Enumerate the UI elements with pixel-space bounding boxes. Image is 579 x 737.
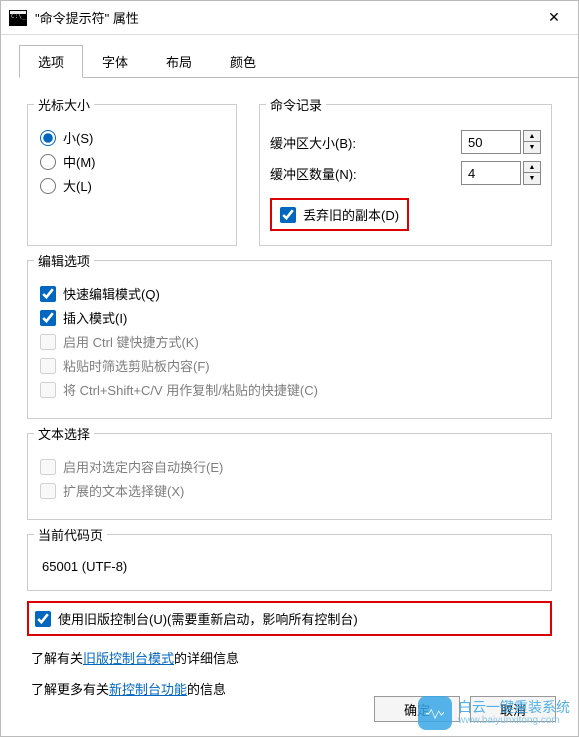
buffer-size-input[interactable] <box>461 130 521 154</box>
extended-edit-label: 扩展的文本选择键(X) <box>63 481 184 500</box>
info2-pre: 了解更多有关 <box>31 682 109 697</box>
ctrl-shift-cv-checkbox <box>40 382 56 398</box>
tab-strip: 选项 字体 布局 颜色 <box>19 45 578 78</box>
spin-down-icon[interactable]: ▼ <box>524 173 540 184</box>
ctrl-shift-cv-label: 将 Ctrl+Shift+C/V 用作复制/粘贴的快捷键(C) <box>63 380 318 399</box>
discard-old-checkbox[interactable] <box>280 207 296 223</box>
info1-pre: 了解有关 <box>31 651 83 666</box>
cursor-size-legend: 光标大小 <box>34 95 94 114</box>
tab-colors[interactable]: 颜色 <box>211 45 275 78</box>
buffer-count-spin-buttons[interactable]: ▲ ▼ <box>523 161 541 185</box>
spin-down-icon[interactable]: ▼ <box>524 142 540 153</box>
legacy-console-mode-link[interactable]: 旧版控制台模式 <box>83 651 174 666</box>
insert-mode[interactable]: 插入模式(I) <box>40 308 541 327</box>
quick-edit-label: 快速编辑模式(Q) <box>63 284 160 303</box>
cmd-icon <box>9 10 27 26</box>
tab-content: 光标大小 小(S) 中(M) 大(L) 命令记录 缓冲区大小(B): <box>1 78 578 698</box>
info-legacy-console: 了解有关旧版控制台模式的详细信息 <box>31 648 552 667</box>
ctrl-shortcuts-label: 启用 Ctrl 键快捷方式(K) <box>63 332 199 351</box>
buffer-count-input[interactable] <box>461 161 521 185</box>
info2-post: 的信息 <box>187 682 226 697</box>
tab-options[interactable]: 选项 <box>19 45 83 78</box>
extended-edit-keys: 扩展的文本选择键(X) <box>40 481 541 500</box>
cursor-size-medium-label: 中(M) <box>63 152 96 171</box>
cursor-size-small-radio[interactable] <box>40 130 56 146</box>
cursor-size-large-radio[interactable] <box>40 178 56 194</box>
quick-edit-mode[interactable]: 快速编辑模式(Q) <box>40 284 541 303</box>
dialog-buttons: 确定 取消 <box>374 696 556 722</box>
new-console-features-link[interactable]: 新控制台功能 <box>109 682 187 697</box>
filter-clipboard-checkbox <box>40 358 56 374</box>
edit-options-legend: 编辑选项 <box>34 251 94 270</box>
cursor-size-large[interactable]: 大(L) <box>40 176 226 195</box>
buffer-size-spinner[interactable]: ▲ ▼ <box>461 130 541 154</box>
cancel-button[interactable]: 取消 <box>470 696 556 722</box>
discard-old-label: 丢弃旧的副本(D) <box>303 205 399 224</box>
ctrl-shortcuts-checkbox <box>40 334 56 350</box>
insert-mode-label: 插入模式(I) <box>63 308 127 327</box>
line-wrap-label: 启用对选定内容自动换行(E) <box>63 457 223 476</box>
filter-clipboard-label: 粘贴时筛选剪贴板内容(F) <box>63 356 210 375</box>
buffer-size-spin-buttons[interactable]: ▲ ▼ <box>523 130 541 154</box>
discard-old-highlight: 丢弃旧的副本(D) <box>270 198 409 231</box>
cursor-size-medium-radio[interactable] <box>40 154 56 170</box>
group-cursor-size: 光标大小 小(S) 中(M) 大(L) <box>27 104 237 246</box>
group-code-page: 当前代码页 65001 (UTF-8) <box>27 534 552 591</box>
legacy-console-highlight: 使用旧版控制台(U)(需要重新启动，影响所有控制台) <box>27 601 552 636</box>
cursor-size-small[interactable]: 小(S) <box>40 128 226 147</box>
ok-button[interactable]: 确定 <box>374 696 460 722</box>
group-text-selection: 文本选择 启用对选定内容自动换行(E) 扩展的文本选择键(X) <box>27 433 552 520</box>
title-bar: "命令提示符" 属性 ✕ <box>1 1 578 35</box>
quick-edit-checkbox[interactable] <box>40 286 56 302</box>
legacy-console-checkbox[interactable] <box>35 611 51 627</box>
command-history-legend: 命令记录 <box>266 95 326 114</box>
tab-font[interactable]: 字体 <box>83 45 147 78</box>
insert-mode-checkbox[interactable] <box>40 310 56 326</box>
line-wrap-selection: 启用对选定内容自动换行(E) <box>40 457 541 476</box>
buffer-size-label: 缓冲区大小(B): <box>270 133 356 152</box>
line-wrap-checkbox <box>40 459 56 475</box>
cursor-size-large-label: 大(L) <box>63 176 92 195</box>
info1-post: 的详细信息 <box>174 651 239 666</box>
ctrl-shift-cv: 将 Ctrl+Shift+C/V 用作复制/粘贴的快捷键(C) <box>40 380 541 399</box>
discard-old-duplicates[interactable]: 丢弃旧的副本(D) <box>280 205 399 224</box>
use-legacy-console[interactable]: 使用旧版控制台(U)(需要重新启动，影响所有控制台) <box>35 609 542 628</box>
extended-edit-checkbox <box>40 483 56 499</box>
ctrl-shortcuts: 启用 Ctrl 键快捷方式(K) <box>40 332 541 351</box>
buffer-count-spinner[interactable]: ▲ ▼ <box>461 161 541 185</box>
cursor-size-medium[interactable]: 中(M) <box>40 152 226 171</box>
filter-clipboard: 粘贴时筛选剪贴板内容(F) <box>40 356 541 375</box>
group-edit-options: 编辑选项 快速编辑模式(Q) 插入模式(I) 启用 Ctrl 键快捷方式(K) … <box>27 260 552 419</box>
code-page-legend: 当前代码页 <box>34 525 107 544</box>
text-selection-legend: 文本选择 <box>34 424 94 443</box>
window-title: "命令提示符" 属性 <box>35 8 530 27</box>
buffer-size-row: 缓冲区大小(B): ▲ ▼ <box>270 130 541 154</box>
code-page-value: 65001 (UTF-8) <box>38 553 541 576</box>
spin-up-icon[interactable]: ▲ <box>524 131 540 142</box>
spin-up-icon[interactable]: ▲ <box>524 162 540 173</box>
buffer-count-row: 缓冲区数量(N): ▲ ▼ <box>270 161 541 185</box>
cursor-size-small-label: 小(S) <box>63 128 93 147</box>
legacy-console-label: 使用旧版控制台(U)(需要重新启动，影响所有控制台) <box>58 609 358 628</box>
buffer-count-label: 缓冲区数量(N): <box>270 164 357 183</box>
tab-layout[interactable]: 布局 <box>147 45 211 78</box>
tab-underline <box>19 77 578 78</box>
group-command-history: 命令记录 缓冲区大小(B): ▲ ▼ 缓冲区数量(N): ▲ ▼ <box>259 104 552 246</box>
close-button[interactable]: ✕ <box>530 1 578 35</box>
